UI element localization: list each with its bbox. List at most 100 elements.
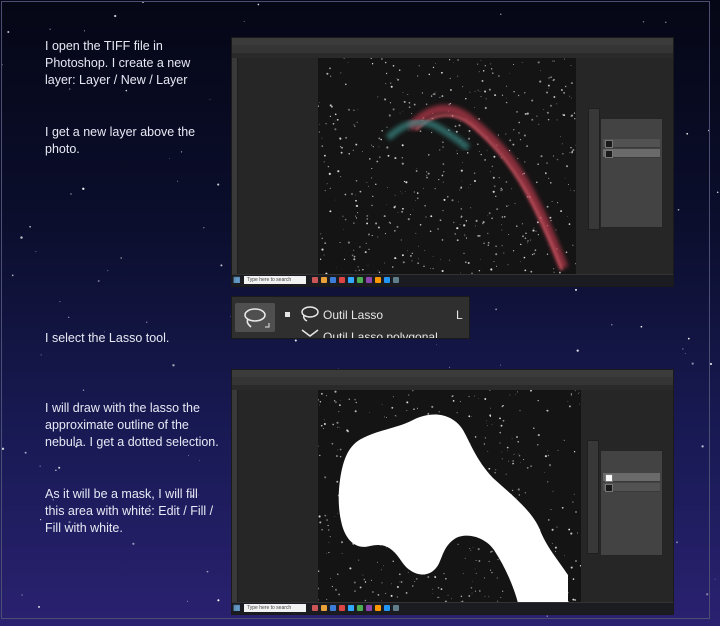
star xyxy=(465,98,467,100)
taskbar-app-icon[interactable] xyxy=(393,605,399,611)
layers-panel[interactable] xyxy=(600,450,663,556)
taskbar-app-icon[interactable] xyxy=(384,277,390,283)
step-open-tiff-text: I open the TIFF file in Photoshop. I cre… xyxy=(45,39,191,87)
photoshop-taskbar-icon[interactable] xyxy=(348,605,354,611)
taskbar-app-icon[interactable] xyxy=(330,277,336,283)
star xyxy=(511,188,513,190)
lasso-tool-menu-item[interactable]: Outil Lasso xyxy=(323,308,383,322)
lasso-tool-button[interactable] xyxy=(235,303,275,332)
star xyxy=(578,393,579,395)
lasso-shortcut-label: L xyxy=(456,308,463,322)
star xyxy=(344,218,347,221)
star xyxy=(421,92,423,94)
taskbar-app-icon[interactable] xyxy=(357,605,363,611)
panel-icon-strip[interactable] xyxy=(587,440,599,554)
panel-icon-strip[interactable] xyxy=(588,108,600,230)
taskbar-app-icon[interactable] xyxy=(366,605,372,611)
taskbar-app-icon[interactable] xyxy=(375,605,381,611)
layer-row[interactable] xyxy=(603,483,660,492)
star xyxy=(477,234,480,237)
star xyxy=(325,395,328,397)
star xyxy=(491,217,493,220)
star xyxy=(469,133,471,135)
star xyxy=(413,103,416,106)
star xyxy=(401,192,403,194)
windows-logo-icon[interactable]: ▦ xyxy=(233,604,241,612)
star xyxy=(488,560,490,562)
photoshop-taskbar-icon[interactable] xyxy=(348,277,354,283)
star xyxy=(411,260,413,262)
star xyxy=(461,161,463,163)
star xyxy=(399,191,401,193)
star xyxy=(462,86,464,88)
taskbar-app-icon[interactable] xyxy=(312,277,318,283)
taskbar-app-icon[interactable] xyxy=(330,605,336,611)
taskbar-app-icon[interactable] xyxy=(357,277,363,283)
taskbar-app-icon[interactable] xyxy=(366,277,372,283)
taskbar-app-icon[interactable] xyxy=(375,277,381,283)
star xyxy=(553,268,555,270)
star xyxy=(326,519,328,521)
star xyxy=(483,443,485,445)
star xyxy=(343,229,345,230)
star xyxy=(332,122,335,125)
taskbar-search-input[interactable]: Type here to search xyxy=(244,604,306,612)
step-draw-outline-text: I will draw with the lasso the approxima… xyxy=(45,401,219,449)
layer-row[interactable] xyxy=(603,473,660,482)
star xyxy=(362,574,364,576)
star xyxy=(346,429,349,432)
star xyxy=(506,446,509,449)
layer-row[interactable] xyxy=(603,139,660,148)
star xyxy=(372,195,374,197)
star xyxy=(321,248,324,251)
taskbar-app-icon[interactable] xyxy=(384,605,390,611)
lasso-tool-flyout: Outil Lasso L Outil Lasso polygonal xyxy=(232,297,469,338)
star xyxy=(345,83,347,86)
layer-row[interactable] xyxy=(603,149,660,158)
windows-logo-icon[interactable]: ▦ xyxy=(233,276,241,284)
star xyxy=(468,415,471,418)
star xyxy=(365,242,367,244)
star xyxy=(359,246,361,248)
layers-panel[interactable] xyxy=(600,118,663,228)
star xyxy=(394,194,396,196)
star xyxy=(475,225,477,227)
taskbar-app-icon[interactable] xyxy=(321,605,327,611)
star xyxy=(353,581,356,584)
star xyxy=(460,216,463,218)
star xyxy=(318,570,320,572)
star xyxy=(518,132,520,134)
star xyxy=(709,362,713,366)
star xyxy=(392,560,394,563)
star xyxy=(565,251,568,254)
star xyxy=(413,191,415,193)
star xyxy=(412,209,414,211)
polygonal-lasso-menu-item[interactable]: Outil Lasso polygonal xyxy=(323,330,438,338)
star xyxy=(560,210,563,213)
star xyxy=(387,187,388,188)
star xyxy=(486,420,488,421)
document-canvas[interactable] xyxy=(318,390,581,603)
star xyxy=(569,95,570,97)
taskbar-app-icon[interactable] xyxy=(321,277,327,283)
star xyxy=(434,187,436,190)
star xyxy=(501,458,503,460)
star xyxy=(548,87,550,89)
star xyxy=(319,258,322,260)
star xyxy=(378,137,381,140)
taskbar-app-icon[interactable] xyxy=(393,277,399,283)
star xyxy=(508,149,511,152)
taskbar-app-icon[interactable] xyxy=(339,605,345,611)
taskbar-search-input[interactable]: Type here to search xyxy=(244,276,306,284)
star xyxy=(523,134,526,137)
document-canvas[interactable] xyxy=(318,58,576,275)
taskbar-app-icon[interactable] xyxy=(312,605,318,611)
star xyxy=(441,174,444,177)
star xyxy=(399,112,401,114)
star xyxy=(340,541,344,544)
star xyxy=(544,455,547,458)
star xyxy=(574,390,576,392)
star xyxy=(462,572,464,574)
star xyxy=(377,226,380,229)
taskbar-app-icon[interactable] xyxy=(339,277,345,283)
